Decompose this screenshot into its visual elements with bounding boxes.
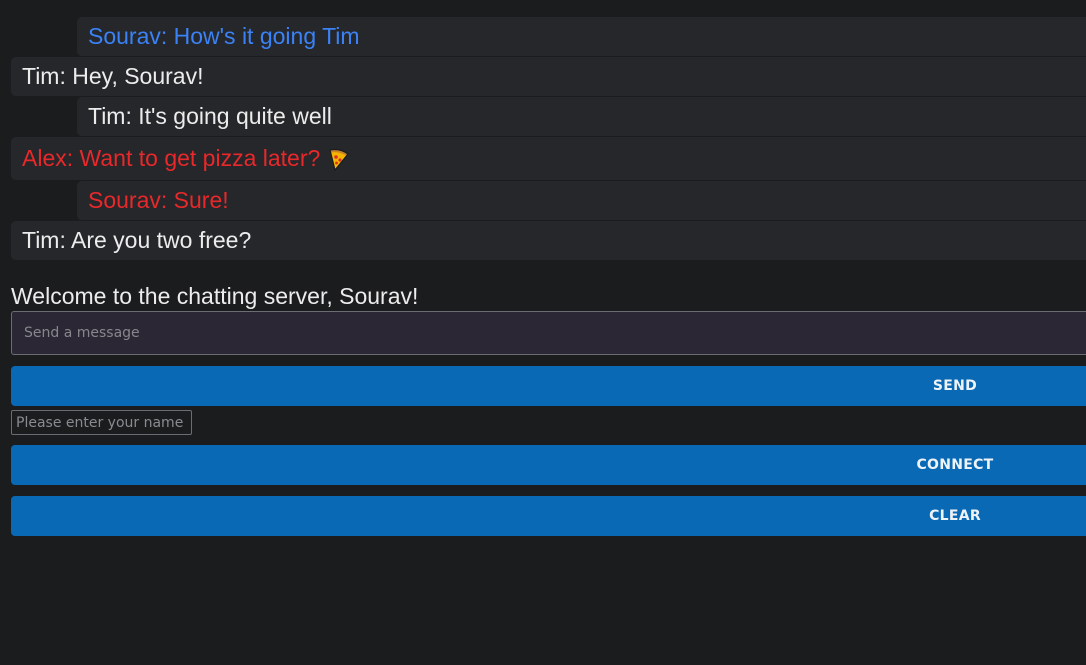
message-list: Sourav: How's it going Tim Tim: Hey, Sou…: [0, 17, 1086, 261]
message-item: Tim: Hey, Sourav!: [11, 57, 1086, 97]
chat-app: Sourav: How's it going Tim Tim: Hey, Sou…: [0, 0, 1086, 665]
message-item: Sourav: Sure!: [77, 181, 1086, 221]
clear-button[interactable]: CLEAR: [11, 496, 1086, 536]
clear-button-label: CLEAR: [929, 508, 981, 524]
message-item: Tim: It's going quite well: [77, 97, 1086, 137]
message-input[interactable]: [11, 311, 1086, 355]
message-text: Alex: Want to get pizza later?: [22, 145, 321, 171]
send-button-label: SEND: [932, 378, 978, 394]
welcome-message: Welcome to the chatting server, Sourav!: [11, 283, 419, 309]
name-input[interactable]: [11, 410, 192, 435]
connect-button-label: CONNECT: [916, 457, 994, 473]
message-text: Sourav: Sure!: [88, 187, 229, 213]
message-text: Tim: Hey, Sourav!: [22, 63, 204, 89]
message-text: Tim: It's going quite well: [88, 103, 332, 129]
message-item: Sourav: How's it going Tim: [77, 17, 1086, 57]
pizza-icon: [328, 147, 350, 171]
message-text: Sourav: How's it going Tim: [88, 23, 360, 49]
send-button[interactable]: SEND: [11, 366, 1086, 406]
message-item: Alex: Want to get pizza later?: [11, 137, 1086, 181]
message-item: Tim: Are you two free?: [11, 221, 1086, 261]
connect-button[interactable]: CONNECT: [11, 445, 1086, 485]
message-text: Tim: Are you two free?: [22, 227, 252, 253]
